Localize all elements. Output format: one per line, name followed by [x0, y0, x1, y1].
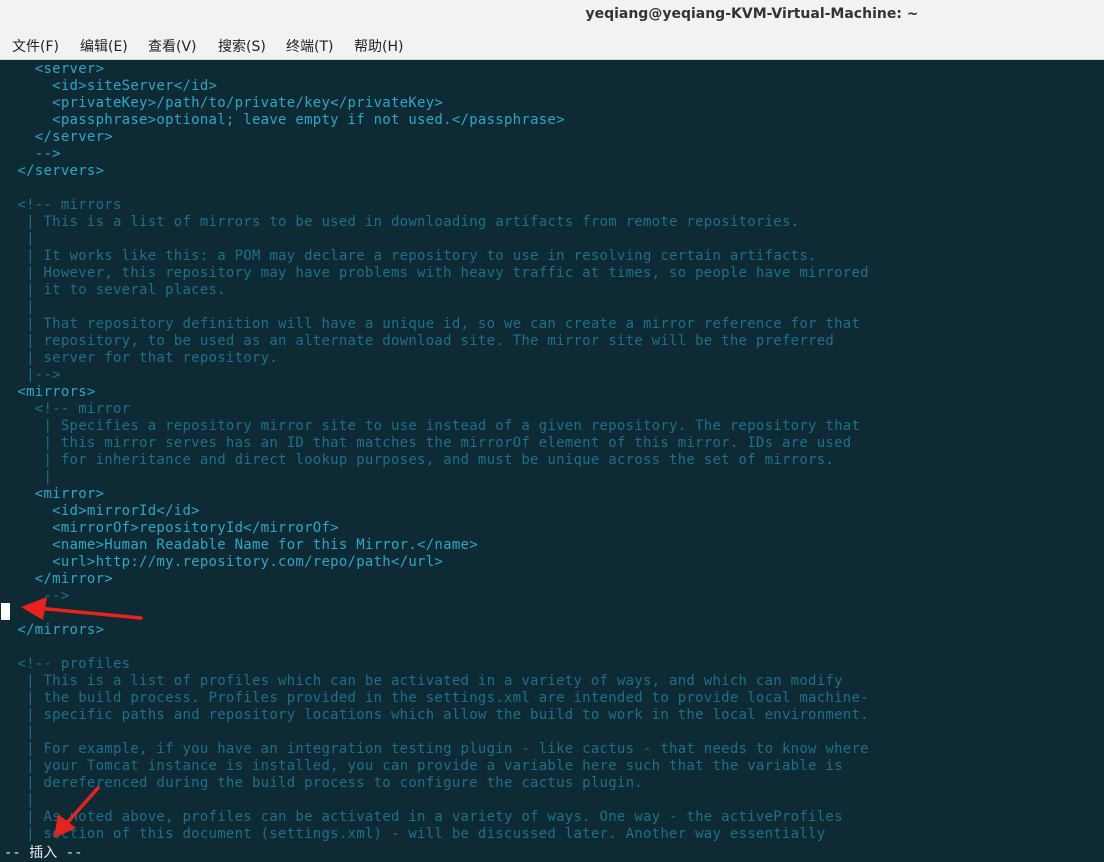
terminal-line: | your Tomcat instance is installed, you…: [0, 758, 843, 774]
terminal-line: | server for that repository.: [0, 350, 279, 366]
terminal-line: | repository, to be used as an alternate…: [0, 333, 835, 349]
terminal-line: </servers>: [0, 163, 105, 179]
title-bar: yeqiang@yeqiang-KVM-Virtual-Machine: ~: [0, 0, 1104, 30]
terminal-line: <!-- profiles: [0, 656, 131, 672]
annotation-arrow-cursor: [21, 597, 143, 620]
terminal-line: | Specifies a repository mirror site to …: [0, 418, 861, 434]
terminal-line: | It works like this: a POM may declare …: [0, 248, 817, 264]
menu-file[interactable]: 文件(F): [8, 36, 63, 56]
terminal-line: <name>Human Readable Name for this Mirro…: [0, 537, 478, 553]
menu-search[interactable]: 搜索(S): [214, 36, 270, 56]
terminal-line: | As noted above, profiles can be activa…: [0, 809, 843, 825]
terminal-line: | For example, if you have an integratio…: [0, 741, 869, 757]
terminal-line: |: [0, 469, 53, 485]
terminal-line: | for inheritance and direct lookup purp…: [0, 452, 835, 468]
terminal-line: <passphrase>optional; leave empty if not…: [0, 112, 565, 128]
terminal-line: |: [0, 792, 35, 808]
terminal-line: <mirrorOf>repositoryId</mirrorOf>: [0, 520, 339, 536]
menu-view[interactable]: 查看(V): [144, 36, 201, 56]
terminal-line: | section of this document (settings.xml…: [0, 826, 826, 842]
terminal-line: <id>siteServer</id>: [0, 78, 218, 94]
terminal-line: </mirror>: [0, 571, 113, 587]
menu-terminal[interactable]: 终端(T): [282, 36, 337, 56]
terminal-line: <privateKey>/path/to/private/key</privat…: [0, 95, 444, 111]
terminal-line: -->: [0, 146, 61, 162]
annotation-arrow-status: [54, 786, 100, 838]
terminal-line: | This is a list of profiles which can b…: [0, 673, 843, 689]
window-title: yeqiang@yeqiang-KVM-Virtual-Machine: ~: [585, 6, 919, 22]
vim-status-line: -- 插入 --: [0, 842, 1104, 862]
text-cursor: [1, 603, 10, 620]
terminal-line: <mirror>: [0, 486, 105, 502]
insert-mode-indicator: -- 插入 --: [4, 845, 83, 861]
terminal-line: | This is a list of mirrors to be used i…: [0, 214, 800, 230]
terminal-line: |: [0, 231, 35, 247]
terminal-line: | it to several places.: [0, 282, 226, 298]
terminal-line: <!-- mirror: [0, 401, 131, 417]
menu-edit[interactable]: 编辑(E): [76, 36, 132, 56]
terminal-line: | That repository definition will have a…: [0, 316, 861, 332]
terminal-line: </server>: [0, 129, 113, 145]
terminal-line: |-->: [0, 367, 61, 383]
menu-help[interactable]: 帮助(H): [350, 36, 407, 56]
terminal-line: | the build process. Profiles provided i…: [0, 690, 869, 706]
terminal-line: |: [0, 724, 35, 740]
terminal-area[interactable]: <server> <id>siteServer</id> <privateKey…: [0, 60, 1104, 842]
terminal-line: | However, this repository may have prob…: [0, 265, 869, 281]
terminal-line: <!-- mirrors: [0, 197, 122, 213]
terminal-line: <url>http://my.repository.com/repo/path<…: [0, 554, 444, 570]
terminal-line: |: [0, 299, 35, 315]
terminal-line: | specific paths and repository location…: [0, 707, 869, 723]
terminal-line: <id>mirrorId</id>: [0, 503, 200, 519]
terminal-line: | this mirror serves has an ID that matc…: [0, 435, 852, 451]
terminal-line: <mirrors>: [0, 384, 96, 400]
menu-bar: 文件(F) 编辑(E) 查看(V) 搜索(S) 终端(T) 帮助(H): [0, 30, 1104, 60]
terminal-line: <server>: [0, 61, 105, 77]
